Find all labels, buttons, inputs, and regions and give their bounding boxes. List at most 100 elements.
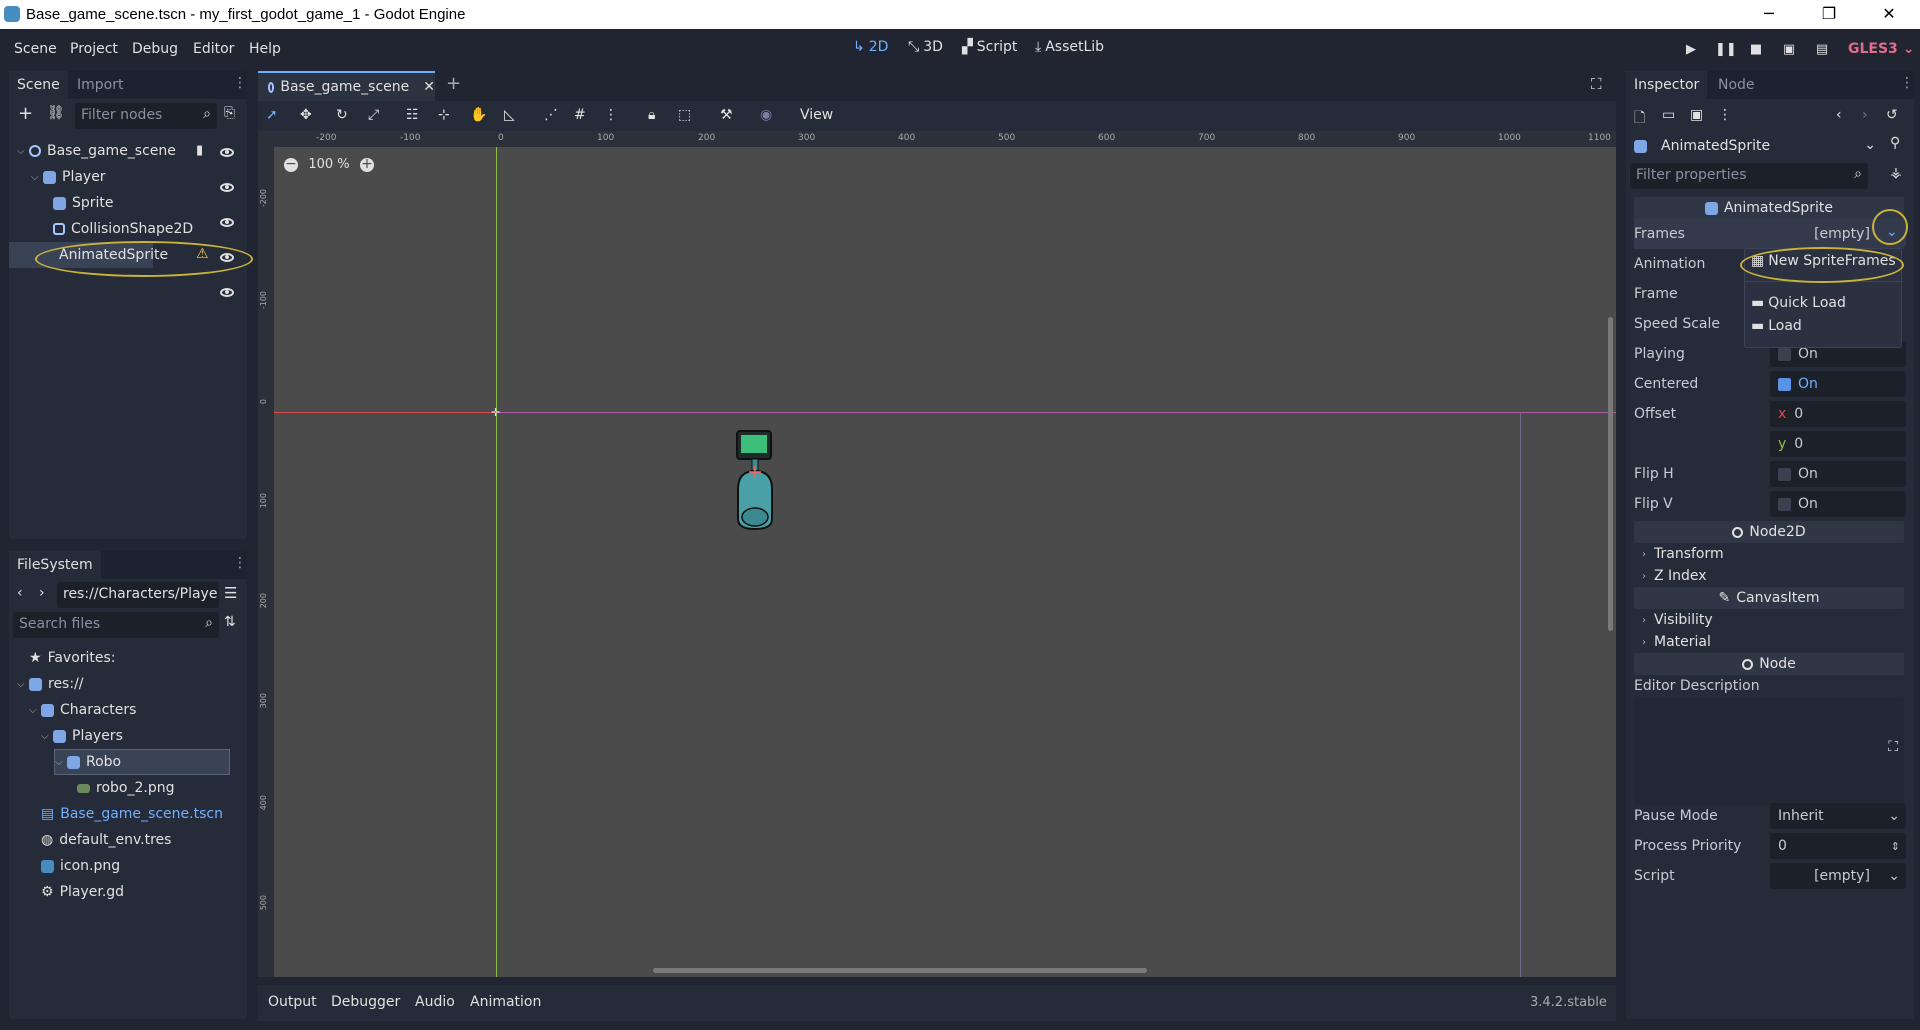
prop-process-priority[interactable]: Process Priority 0 ⇕ (1634, 831, 1906, 861)
bone-icon[interactable]: ⚒ (720, 107, 733, 123)
tree-node-sprite[interactable]: Sprite (9, 190, 247, 216)
workspace-script-button[interactable]: ▞ Script (962, 39, 1017, 55)
folder-robo[interactable]: ⌵ Robo (54, 749, 230, 775)
expand-icon[interactable]: ⛶ (1888, 739, 1898, 755)
centered-checkbox[interactable]: On (1770, 371, 1906, 397)
menu-item-quick-load[interactable]: ▬ Quick Load (1751, 295, 1846, 311)
move-tool-icon[interactable]: ✥ (300, 107, 312, 123)
prop-flip-v[interactable]: Flip V On (1634, 489, 1906, 519)
folder-res[interactable]: ⌵ res:// (9, 671, 247, 697)
tree-node-player[interactable]: ⌵ Player (9, 164, 247, 190)
flip-v-checkbox[interactable]: On (1770, 491, 1906, 517)
category-transform[interactable]: › Transform (1634, 543, 1904, 565)
minimize-button[interactable]: ─ (1740, 0, 1798, 29)
file-icon-png[interactable]: icon.png (9, 853, 247, 879)
tab-animation[interactable]: Animation (470, 994, 541, 1010)
script-attached-icon[interactable]: ▮ (196, 143, 203, 158)
play-custom-scene-icon[interactable]: ▤ (1813, 42, 1831, 58)
back-icon[interactable]: ‹ (17, 585, 23, 601)
object-tools-icon[interactable]: ⚲ (1890, 135, 1900, 151)
lock-icon[interactable]: 🔒︎ (648, 107, 655, 123)
new-resource-icon[interactable]: 🗋 (1634, 107, 1645, 131)
menu-editor[interactable]: Editor (193, 41, 234, 57)
file-default-env[interactable]: ◍ default_env.tres (9, 827, 247, 853)
prop-offset-y[interactable]: y0 (1634, 429, 1906, 459)
history-icon[interactable]: ↺ (1886, 107, 1898, 123)
pan-tool-icon[interactable]: ✋ (470, 107, 487, 123)
visibility-eye-icon[interactable] (220, 218, 234, 227)
path-field[interactable]: res://Characters/Playe (57, 582, 219, 608)
renderer-select[interactable]: GLES3 ⌄ (1848, 41, 1914, 57)
close-window-button[interactable]: ✕ (1860, 0, 1918, 29)
tab-debugger[interactable]: Debugger (331, 994, 400, 1010)
file-robo-png[interactable]: robo_2.png (9, 775, 247, 801)
smart-snap-icon[interactable]: ⋰ (544, 107, 558, 123)
workspace-2d-button[interactable]: ↳ 2D (853, 39, 888, 55)
tree-node-base-game-scene[interactable]: ⌵ Base_game_scene (9, 138, 247, 164)
script-select[interactable]: [empty] ⌄ (1770, 863, 1906, 889)
zoom-out-icon[interactable]: − (284, 157, 298, 172)
tab-node[interactable]: Node (1710, 71, 1763, 99)
menu-scene[interactable]: Scene (14, 41, 57, 57)
scene-tab[interactable]: Base_game_scene ✕ (258, 71, 435, 101)
forward-icon[interactable]: › (39, 585, 45, 601)
tab-import[interactable]: Import (69, 71, 131, 99)
property-filter-icon[interactable]: ⚶ (1890, 165, 1902, 181)
group-icon[interactable]: ⬚ (678, 107, 691, 123)
filter-nodes-input[interactable]: Filter nodes ⌕ (75, 103, 217, 129)
favorites-item[interactable]: ★ Favorites: (9, 645, 247, 671)
prop-offset-x[interactable]: Offset x0 (1634, 399, 1906, 429)
dock-menu-icon[interactable]: ⋮ (1900, 75, 1914, 91)
file-player-gd[interactable]: ⚙ Player.gd (9, 879, 247, 905)
play-icon[interactable]: ▶ (1682, 42, 1700, 58)
offset-x-field[interactable]: x0 (1770, 401, 1906, 427)
scale-tool-icon[interactable]: ⤢ (368, 107, 379, 123)
instance-scene-icon[interactable]: ⎘ (224, 105, 235, 121)
pause-mode-select[interactable]: Inherit ⌄ (1770, 803, 1906, 829)
search-files-input[interactable]: Search files ⌕ (13, 612, 219, 638)
tab-output[interactable]: Output (268, 994, 317, 1010)
prop-centered[interactable]: Centered On (1634, 369, 1906, 399)
offset-y-field[interactable]: y0 (1770, 431, 1906, 457)
visibility-eye-icon[interactable] (220, 148, 234, 157)
workspace-3d-button[interactable]: ⤡ 3D (908, 39, 943, 55)
list-view-icon[interactable]: ☰ (224, 584, 237, 602)
menu-help[interactable]: Help (249, 41, 281, 57)
visibility-eye-icon[interactable] (220, 288, 234, 297)
view-menu[interactable]: View (800, 107, 833, 123)
stop-icon[interactable]: ■ (1747, 42, 1765, 58)
prop-flip-h[interactable]: Flip H On (1634, 459, 1906, 489)
folder-players[interactable]: ⌵ Players (9, 723, 247, 749)
zoom-in-icon[interactable]: + (360, 157, 374, 172)
distraction-free-icon[interactable]: ⛶ (1591, 75, 1602, 93)
vertical-scrollbar[interactable] (1608, 317, 1613, 631)
rotate-tool-icon[interactable]: ↻ (336, 107, 348, 123)
filter-properties-input[interactable]: Filter properties ⌕ (1630, 163, 1868, 189)
camera-override-icon[interactable]: ◉ (760, 107, 772, 123)
sort-icon[interactable]: ⇅ (224, 614, 236, 630)
select-tool-icon[interactable]: ➚ (266, 107, 278, 123)
tree-node-collisionshape2d[interactable]: CollisionShape2D (9, 216, 247, 242)
prop-frames[interactable]: Frames [empty] ⌄ (1634, 219, 1906, 249)
history-back-icon[interactable]: ‹ (1836, 107, 1842, 123)
prop-pause-mode[interactable]: Pause Mode Inherit ⌄ (1634, 801, 1906, 831)
maximize-button[interactable]: ❐ (1800, 0, 1858, 29)
pivot-tool-icon[interactable]: ⊹ (438, 107, 450, 123)
tab-scene[interactable]: Scene (9, 71, 68, 99)
robot-sprite[interactable] (730, 429, 780, 533)
flip-h-checkbox[interactable]: On (1770, 461, 1906, 487)
tab-audio[interactable]: Audio (415, 994, 455, 1010)
folder-characters[interactable]: ⌵ Characters (9, 697, 247, 723)
editor-description-textarea[interactable]: ⛶ (1634, 697, 1904, 805)
add-tab-icon[interactable]: + (446, 73, 461, 94)
zoom-level[interactable]: 100 % (306, 157, 352, 172)
prop-script[interactable]: Script [empty] ⌄ (1634, 861, 1906, 891)
more-options-icon[interactable]: ⋮ (1718, 107, 1732, 123)
ruler-tool-icon[interactable]: ◺ (504, 107, 515, 123)
link-icon[interactable]: ⛓ (47, 105, 65, 121)
category-visibility[interactable]: › Visibility (1634, 609, 1904, 631)
menu-project[interactable]: Project (70, 41, 118, 57)
tab-inspector[interactable]: Inspector (1626, 71, 1708, 99)
add-node-icon[interactable]: + (18, 103, 33, 124)
more-options-icon[interactable]: ⋮ (604, 107, 618, 123)
